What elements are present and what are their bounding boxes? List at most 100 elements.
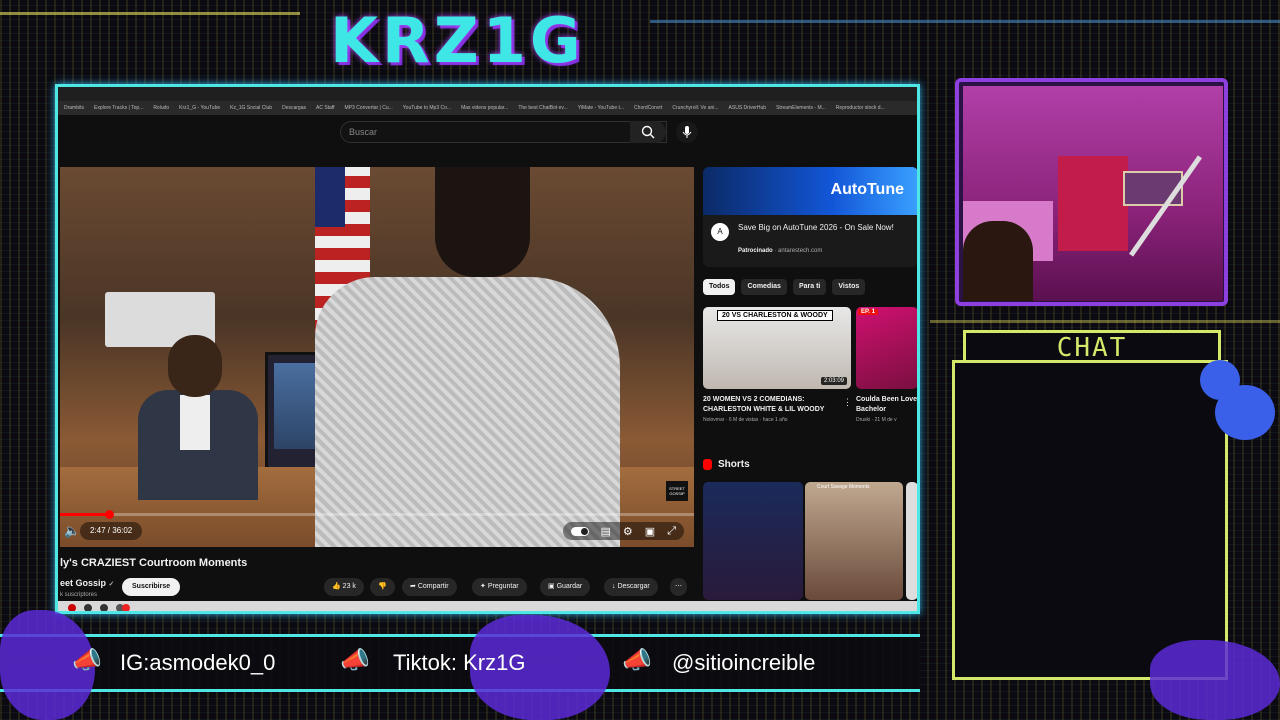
taskbar-app-icon[interactable] <box>122 604 130 611</box>
chip-para-ti[interactable]: Para ti <box>792 279 827 295</box>
player-controls: 🔈 2:47 / 36:02 ▤ ⚙ ▣ ⤢ <box>60 519 694 543</box>
social-instagram: IG:asmodek0_0 <box>120 650 276 675</box>
share-button[interactable]: ➦ Compartir <box>402 578 457 596</box>
like-button[interactable]: 👍 23 k <box>324 578 364 596</box>
more-button[interactable]: ⋯ <box>670 578 687 596</box>
taskbar <box>58 601 917 611</box>
ad-banner: AutoTune <box>703 167 917 215</box>
subscriber-count: k suscriptores <box>60 592 98 598</box>
ad-title[interactable]: Save Big on AutoTune 2026 - On Sale Now! <box>738 222 908 234</box>
channel-watermark: STREET GOSSIP <box>666 481 688 501</box>
share-icon: ➦ <box>410 583 416 590</box>
verified-icon: ✓ <box>108 581 115 588</box>
decor-blob <box>1215 385 1275 440</box>
short-thumbnail[interactable] <box>906 482 917 600</box>
thumbnail-label: EP. 1 <box>858 309 878 315</box>
bookmark-item[interactable]: MP3 Convertar | Cu... <box>345 105 393 111</box>
time-display: 2:47 / 36:02 <box>80 522 143 540</box>
voice-search-button[interactable] <box>676 121 698 143</box>
chip-todos[interactable]: Todos <box>703 279 736 295</box>
volume-icon[interactable]: 🔈 <box>64 523 80 539</box>
more-icon: ⋯ <box>675 583 682 590</box>
save-icon: ▣ <box>548 583 555 590</box>
bookmark-item[interactable]: StreamElements - M... <box>776 105 826 111</box>
channel-row: eet Gossip ✓ k suscriptores Suscribirse … <box>58 575 698 601</box>
filter-chips: Todos Comedias Para ti Vistos <box>703 279 866 297</box>
search-input[interactable]: Buscar <box>340 121 667 143</box>
channel-name[interactable]: eet Gossip ✓ <box>60 578 114 588</box>
recommendation-thumbnail[interactable]: 20 VS CHARLESTON & WOODY 2:03:09 <box>703 307 851 389</box>
miniplayer-icon[interactable]: ▣ <box>645 525 655 538</box>
ask-button[interactable]: ✦ Preguntar <box>472 578 527 596</box>
stream-logo: KRZ1G <box>330 4 585 77</box>
dislike-button[interactable]: 👎 <box>370 578 395 596</box>
fullscreen-icon[interactable]: ⤢ <box>667 525 676 538</box>
dislike-icon: 👎 <box>378 583 387 590</box>
bookmark-item[interactable]: Roludo <box>153 105 169 111</box>
chat-title: CHAT <box>963 330 1221 363</box>
progress-handle[interactable] <box>104 510 114 519</box>
shorts-icon <box>703 459 712 470</box>
short-thumbnail[interactable] <box>703 482 803 600</box>
short-thumbnail[interactable]: Court Savage Moments <box>805 482 903 600</box>
bookmarks-bar: Drambits Explore Tracks | Top... Roludo Krz… <box>58 101 917 115</box>
taskbar-app-icon[interactable] <box>84 604 92 611</box>
search-icon <box>641 125 655 139</box>
video-player[interactable]: STREET GOSSIP 🔈 2:47 / 36:02 ▤ ⚙ ▣ ⤢ <box>60 167 694 547</box>
subtitles-icon[interactable]: ▤ <box>601 525 611 538</box>
decor-stripe <box>650 20 1280 23</box>
tab-strip <box>58 87 917 101</box>
decor-stripe <box>930 320 1280 323</box>
autotune-logo-icon: A <box>711 223 729 241</box>
recommendation-title[interactable]: 20 WOMEN VS 2 COMEDIANS: CHARLESTON WHIT… <box>703 395 843 415</box>
bookmark-item[interactable]: Crunchyroll: Ve ani... <box>672 105 718 111</box>
progress-bar[interactable] <box>60 510 694 519</box>
progress-fill <box>60 513 109 516</box>
recommendation-thumbnail[interactable]: EP. 1 <box>856 307 917 389</box>
short-label: Court Savage Moments <box>817 484 870 490</box>
bookmark-item[interactable]: Mas videos popular... <box>461 105 508 111</box>
download-icon: ↓ <box>612 583 616 590</box>
bookmark-item[interactable]: Descargas <box>282 105 306 111</box>
settings-icon[interactable]: ⚙ <box>623 525 633 538</box>
chip-comedias[interactable]: Comedias <box>741 279 787 295</box>
bookmark-item[interactable]: ASUS DriverHub <box>729 105 767 111</box>
bookmark-item[interactable]: ChordConvrt <box>634 105 662 111</box>
social-tiktok: Tiktok: Krz1G <box>393 650 526 675</box>
video-title: ly's CRAZIEST Courtroom Moments <box>60 557 248 569</box>
webcam-feed <box>963 86 1223 301</box>
recommendation-meta: Nolovmar · 6 M de vistas · hace 1 año <box>703 417 788 423</box>
search-button[interactable] <box>630 121 666 143</box>
ask-icon: ✦ <box>480 583 486 590</box>
sponsored-ad[interactable]: AutoTune A Save Big on AutoTune 2026 - O… <box>703 167 917 267</box>
ad-sponsor: Patrocinado · antarestech.com <box>738 248 823 254</box>
bookmark-item[interactable]: Reproductor stock d... <box>836 105 885 111</box>
player-right-controls: ▤ ⚙ ▣ ⤢ <box>562 522 684 540</box>
social-handle: @sitioincreible <box>672 650 816 675</box>
autoplay-toggle[interactable] <box>570 526 589 536</box>
bookmark-item[interactable]: Kz_1G Social Club <box>230 105 272 111</box>
recommendation-meta: Druski · 21 M de v <box>856 417 897 423</box>
taskbar-app-icon[interactable] <box>68 604 76 611</box>
webcam-frame <box>955 78 1228 306</box>
chip-vistos[interactable]: Vistos <box>832 279 866 295</box>
bookmark-item[interactable]: Krz1_G - YouTube <box>179 105 220 111</box>
download-button[interactable]: ↓ Descargar <box>604 578 658 596</box>
decor-blob <box>1150 640 1280 720</box>
recommendation-title[interactable]: Coulda Been Love Bachelor <box>856 395 917 415</box>
subscribe-button[interactable]: Suscribirse <box>122 578 181 596</box>
stream-overlay: KRZ1G Drambits Explore Tracks | Top... Rol… <box>0 0 1280 720</box>
shorts-header: Shorts <box>703 459 750 470</box>
more-icon[interactable]: ⋮ <box>843 397 852 408</box>
decor-stripe <box>0 12 300 15</box>
bookmark-item[interactable]: YouTube to Mp3 Co... <box>403 105 451 111</box>
taskbar-app-icon[interactable] <box>100 604 108 611</box>
save-button[interactable]: ▣ Guardar <box>540 578 591 596</box>
bookmark-item[interactable]: Explore Tracks | Top... <box>94 105 143 111</box>
bookmark-item[interactable]: AC Staff <box>316 105 335 111</box>
youtube-header: Buscar <box>58 115 917 149</box>
video-duration: 2:03:09 <box>820 377 847 385</box>
bookmark-item[interactable]: Drambits <box>64 105 84 111</box>
bookmark-item[interactable]: YiMate - YouTube t... <box>578 105 624 111</box>
bookmark-item[interactable]: The best ChatBot ev... <box>518 105 567 111</box>
